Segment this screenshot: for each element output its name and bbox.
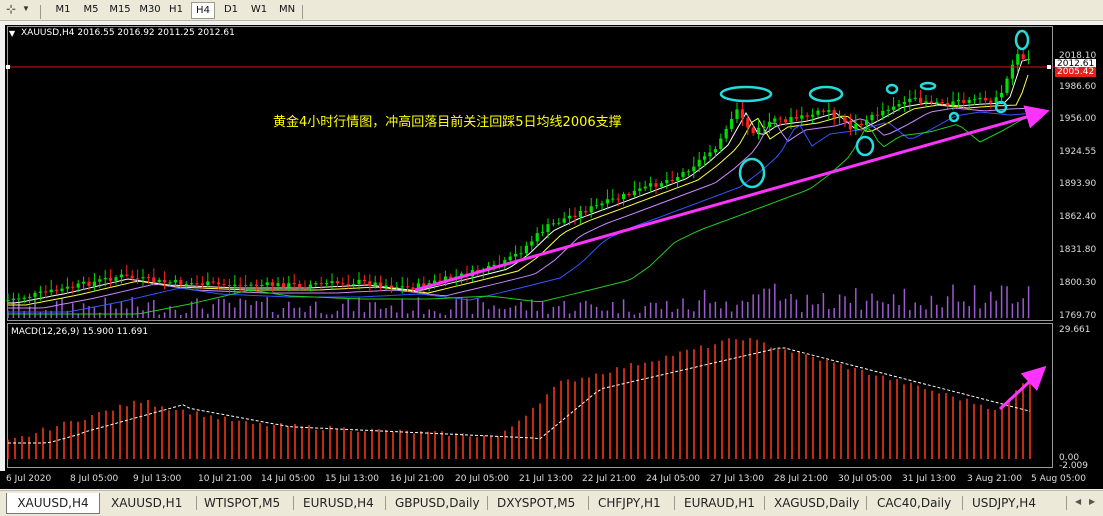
chart-tabs: XAUUSD,H4 XAUUSD,H1 WTISPOT,M5 EURUSD,H4… — [0, 490, 1103, 516]
tab-separator — [385, 496, 386, 510]
chart-header: XAUUSD,H4 2016.55 2016.92 2011.25 2012.6… — [21, 28, 235, 38]
timeframe-m30[interactable]: M30 — [137, 2, 163, 17]
tab-gbpusd-daily[interactable]: GBPUSD,Daily — [395, 493, 480, 513]
date-tick: 27 Jul 13:00 — [710, 474, 764, 484]
date-tick: 9 Jul 13:00 — [133, 474, 182, 484]
timeframe-toolbar: ⊹ ▼ M1 M5 M15 M30 H1 H4 D1 W1 MN — [0, 0, 1103, 21]
tab-chfjpy-h1[interactable]: CHFJPY,H1 — [598, 493, 661, 513]
tab-wtispot-m5[interactable]: WTISPOT,M5 — [204, 493, 280, 513]
toolbar-separator — [302, 5, 303, 19]
date-tick: 30 Jul 05:00 — [838, 474, 892, 484]
date-tick: 14 Jul 05:00 — [261, 474, 315, 484]
date-tick: 20 Jul 05:00 — [455, 474, 509, 484]
timeframe-w1[interactable]: W1 — [248, 2, 270, 17]
time-axis[interactable]: 6 Jul 2020 8 Jul 05:00 9 Jul 13:00 10 Ju… — [0, 471, 1103, 489]
date-tick: 5 Aug 05:00 — [1031, 474, 1086, 484]
tab-separator — [962, 496, 963, 510]
timeframe-mn[interactable]: MN — [275, 2, 299, 17]
tab-eurusd-h4[interactable]: EURUSD,H4 — [303, 493, 374, 513]
price-tick: 1986.60 — [1059, 82, 1097, 92]
timeframe-m5[interactable]: M5 — [80, 2, 102, 17]
tab-scroll-right-icon[interactable]: ▶ — [1089, 497, 1095, 506]
tab-euraud-h1[interactable]: EURAUD,H1 — [684, 493, 755, 513]
date-tick: 31 Jul 13:00 — [902, 474, 956, 484]
tab-usdjpy-h4[interactable]: USDJPY,H4 — [972, 493, 1036, 513]
timeframe-h4[interactable]: H4 — [191, 2, 215, 19]
date-tick: 24 Jul 05:00 — [646, 474, 700, 484]
date-tick: 21 Jul 13:00 — [519, 474, 573, 484]
date-tick: 15 Jul 13:00 — [325, 474, 379, 484]
tab-separator — [293, 496, 294, 510]
price-tick: 1956.00 — [1059, 114, 1097, 124]
timeframe-m1[interactable]: M1 — [53, 2, 73, 17]
price-tick: 1862.40 — [1059, 212, 1097, 222]
timeframe-d1[interactable]: D1 — [221, 2, 241, 17]
timeframe-h1[interactable]: H1 — [166, 2, 186, 17]
price-panel-border — [7, 26, 1053, 321]
date-tick: 22 Jul 21:00 — [582, 474, 636, 484]
chart-menu-icon[interactable]: ▼ — [9, 29, 15, 38]
date-tick: 10 Jul 21:00 — [198, 474, 252, 484]
line-price-label: 2005.42 — [1055, 67, 1097, 77]
tab-xauusd-h4[interactable]: XAUUSD,H4 — [6, 493, 100, 514]
tab-dxyspot-m5[interactable]: DXYSPOT,M5 — [497, 493, 575, 513]
chart-annotation: 黄金4小时行情图，冲高回落目前关注回踩5日均线2006支撑 — [273, 115, 622, 130]
dropdown-arrow-icon[interactable]: ▼ — [22, 4, 30, 13]
toolbar-separator — [40, 5, 41, 19]
date-tick: 16 Jul 21:00 — [390, 474, 444, 484]
macd-tick: -2.009 — [1059, 461, 1089, 471]
tab-xagusd-daily[interactable]: XAGUSD,Daily — [774, 493, 859, 513]
tab-separator — [487, 496, 488, 510]
macd-header: MACD(12,26,9) 15.900 11.691 — [11, 327, 149, 337]
date-tick: 6 Jul 2020 — [6, 474, 52, 484]
chart-window[interactable]: ▼ XAUUSD,H4 2016.55 2016.92 2011.25 2012… — [5, 25, 1055, 471]
price-tick: 1831.80 — [1059, 245, 1097, 255]
tab-xauusd-h1[interactable]: XAUUSD,H1 — [111, 493, 182, 513]
tab-separator — [196, 496, 197, 510]
macd-panel-border — [7, 323, 1053, 468]
tab-separator — [674, 496, 675, 510]
price-axis[interactable]: 2018.10 2012.61 2005.42 1986.60 1956.00 … — [1055, 25, 1103, 471]
timeframe-m15[interactable]: M15 — [107, 2, 133, 17]
tab-separator — [764, 496, 765, 510]
crosshair-tool-icon[interactable]: ⊹ — [6, 2, 16, 16]
price-tick: 1800.30 — [1059, 278, 1097, 288]
price-tick: 1893.90 — [1059, 179, 1097, 189]
date-tick: 8 Jul 05:00 — [70, 474, 119, 484]
tab-separator — [588, 496, 589, 510]
price-tick: 1924.55 — [1059, 147, 1097, 157]
date-tick: 3 Aug 21:00 — [967, 474, 1022, 484]
tab-cac40-daily[interactable]: CAC40,Daily — [877, 493, 951, 513]
price-tick: 1769.70 — [1059, 311, 1097, 321]
tab-separator — [1066, 496, 1067, 510]
tab-scroll-left-icon[interactable]: ◀ — [1075, 497, 1081, 506]
tab-separator — [866, 496, 867, 510]
macd-tick: 29.661 — [1059, 325, 1091, 335]
date-tick: 28 Jul 21:00 — [774, 474, 828, 484]
